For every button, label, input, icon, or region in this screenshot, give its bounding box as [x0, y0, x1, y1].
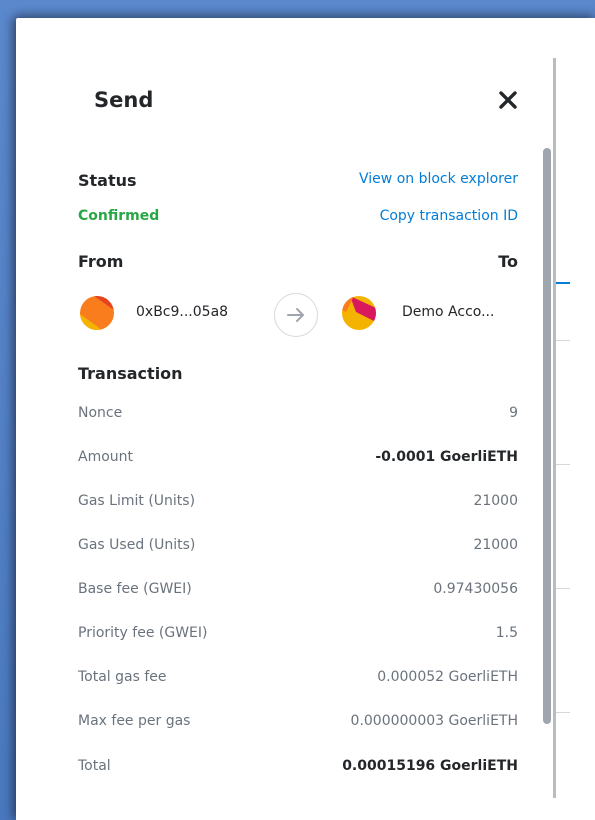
from-to-accounts: 0xBc9...05a8 Demo Acco... [78, 292, 518, 337]
table-row: Max fee per gas 0.000000003 GoerliETH [78, 713, 518, 737]
close-icon[interactable] [494, 86, 522, 114]
gas-used-label: Gas Used (Units) [78, 537, 196, 553]
table-row: Nonce 9 [78, 405, 518, 429]
gas-used-value: 21000 [473, 537, 518, 553]
priority-fee-value: 1.5 [495, 625, 518, 641]
arrow-right-icon [274, 293, 318, 337]
total-label: Total [78, 758, 111, 774]
status-badge: Confirmed [78, 208, 160, 224]
status-value-row: Confirmed Copy transaction ID [78, 208, 518, 232]
table-row: Total gas fee 0.000052 GoerliETH [78, 669, 518, 693]
table-row: Gas Used (Units) 21000 [78, 537, 518, 561]
background-panel-edge [553, 58, 556, 798]
max-fee-per-gas-value: 0.000000003 GoerliETH [350, 713, 518, 729]
from-to-labels: From To [78, 252, 518, 276]
background-divider [556, 464, 570, 465]
nonce-label: Nonce [78, 405, 123, 421]
background-divider [556, 712, 570, 713]
table-row: Priority fee (GWEI) 1.5 [78, 625, 518, 649]
total-gas-fee-label: Total gas fee [78, 669, 167, 685]
copy-transaction-id-link[interactable]: Copy transaction ID [380, 208, 518, 224]
from-avatar-icon [80, 296, 114, 330]
table-row: Amount -0.0001 GoerliETH [78, 449, 518, 473]
to-label: To [498, 252, 518, 271]
transaction-details-panel: Send Status View on block explorer Confi… [16, 18, 595, 820]
transaction-section-header: Transaction [78, 364, 518, 388]
nonce-value: 9 [509, 405, 518, 421]
table-row: Base fee (GWEI) 0.97430056 [78, 581, 518, 605]
to-account-name[interactable]: Demo Acco... [402, 304, 494, 320]
background-divider [556, 588, 570, 589]
base-fee-value: 0.97430056 [433, 581, 518, 597]
from-label: From [78, 252, 124, 271]
background-tab-indicator [556, 282, 570, 284]
total-value: 0.00015196 GoerliETH [342, 758, 518, 774]
gas-limit-value: 21000 [473, 493, 518, 509]
from-address[interactable]: 0xBc9...05a8 [136, 304, 228, 320]
table-row: Total 0.00015196 GoerliETH [78, 758, 518, 782]
base-fee-label: Base fee (GWEI) [78, 581, 192, 597]
gas-limit-label: Gas Limit (Units) [78, 493, 196, 509]
to-avatar-icon [342, 296, 376, 330]
amount-label: Amount [78, 449, 134, 465]
max-fee-per-gas-label: Max fee per gas [78, 713, 191, 729]
table-row: Gas Limit (Units) 21000 [78, 493, 518, 517]
priority-fee-label: Priority fee (GWEI) [78, 625, 208, 641]
view-on-block-explorer-link[interactable]: View on block explorer [359, 171, 518, 187]
amount-value: -0.0001 GoerliETH [375, 449, 518, 465]
modal-title: Send [94, 88, 154, 112]
total-gas-fee-value: 0.000052 GoerliETH [377, 669, 518, 685]
status-label: Status [78, 171, 137, 190]
background-divider [556, 340, 570, 341]
transaction-title: Transaction [78, 364, 183, 383]
status-row: Status View on block explorer [78, 171, 518, 195]
